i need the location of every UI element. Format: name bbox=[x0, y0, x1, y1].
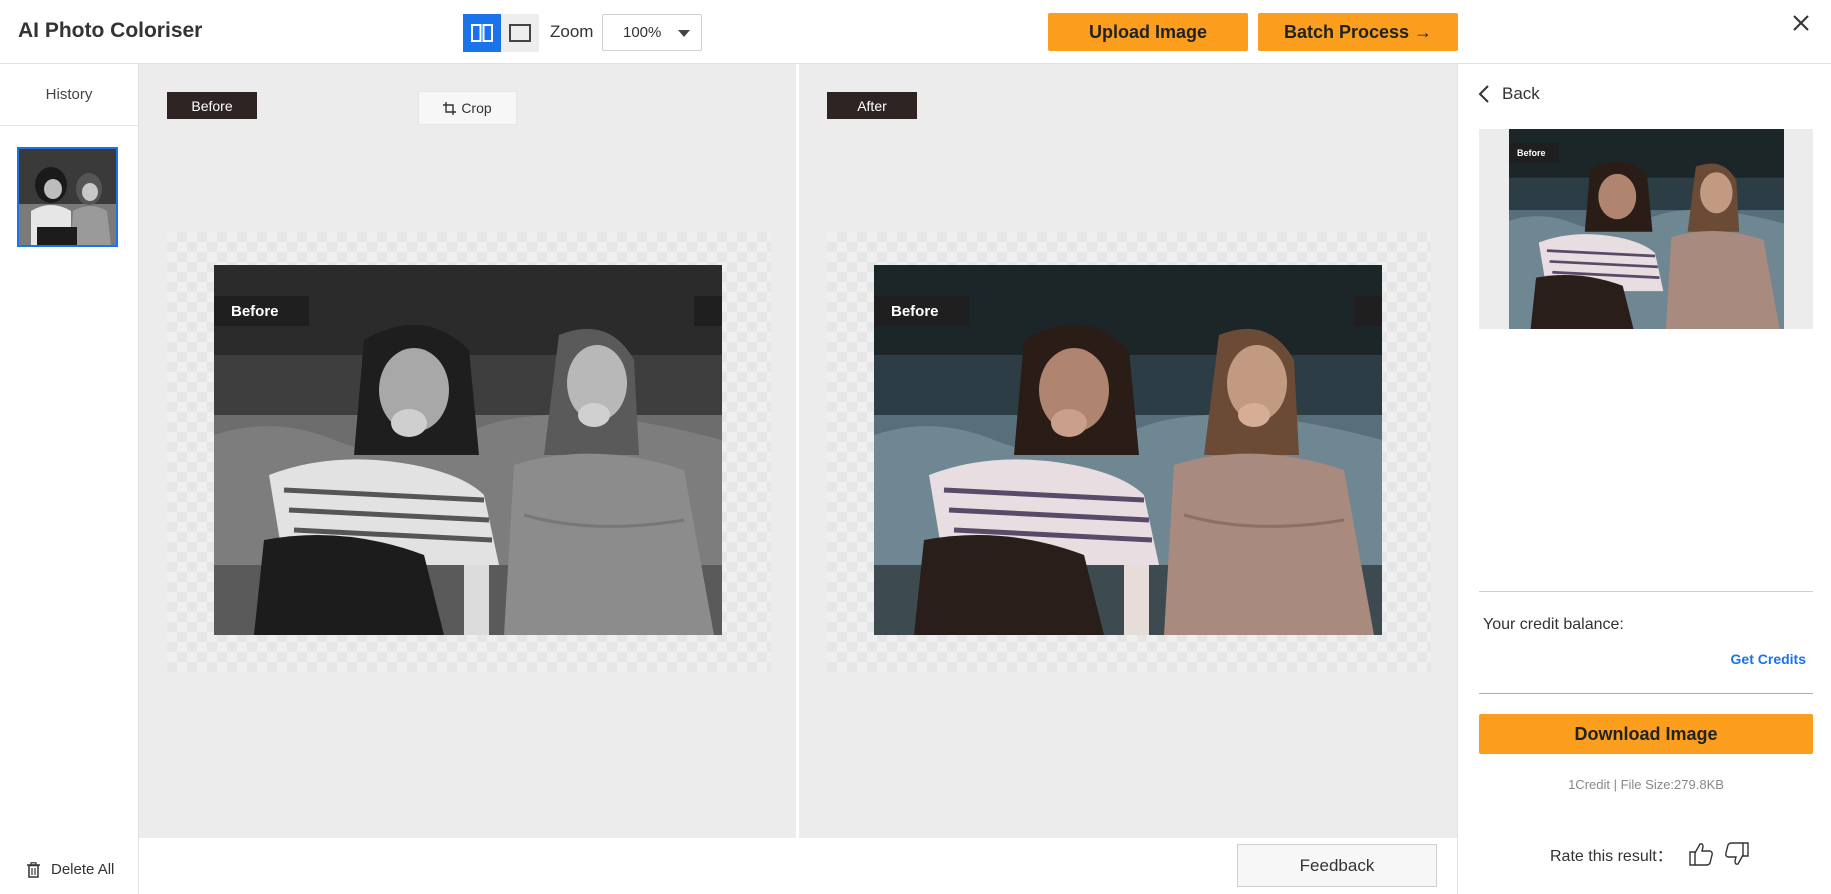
header: AI Photo Coloriser Zoom 100% Upload Imag… bbox=[0, 0, 1831, 64]
crop-icon bbox=[443, 101, 457, 115]
photo-thumbnail bbox=[19, 149, 116, 245]
before-tag: Before bbox=[167, 92, 257, 119]
pane-divider[interactable] bbox=[796, 64, 799, 838]
before-image-label: Before bbox=[214, 296, 309, 326]
crop-button[interactable]: Crop bbox=[418, 91, 517, 125]
thumbs-up-icon bbox=[1689, 843, 1713, 866]
app-root: AI Photo Coloriser Zoom 100% Upload Imag… bbox=[0, 0, 1831, 894]
zoom-label: Zoom bbox=[550, 22, 594, 41]
result-panel: Back Before Your credit balance: Get Cre… bbox=[1457, 64, 1831, 894]
back-button[interactable]: Back bbox=[1478, 84, 1540, 104]
result-preview: Before bbox=[1479, 129, 1813, 329]
zoom-select[interactable]: 100% bbox=[602, 14, 702, 51]
history-thumbnail[interactable] bbox=[17, 147, 118, 247]
app-title: AI Photo Coloriser bbox=[18, 19, 203, 42]
close-icon bbox=[1793, 15, 1809, 31]
chevron-down-icon bbox=[678, 30, 690, 37]
delete-all-label: Delete All bbox=[51, 861, 115, 878]
rate-label: Rate this result： bbox=[1550, 848, 1673, 865]
thumbs-down-button[interactable] bbox=[1723, 840, 1751, 868]
after-canvas: Before bbox=[827, 232, 1431, 672]
credit-balance-label: Your credit balance: bbox=[1483, 616, 1624, 633]
history-label: History bbox=[0, 64, 138, 126]
before-photo: Before bbox=[214, 265, 722, 635]
after-tag: After bbox=[827, 92, 917, 119]
divider bbox=[1479, 693, 1813, 694]
crop-label: Crop bbox=[461, 100, 492, 116]
download-image-button[interactable]: Download Image bbox=[1479, 714, 1813, 754]
photo-corner-mark bbox=[1354, 296, 1382, 326]
upload-image-button[interactable]: Upload Image bbox=[1048, 13, 1248, 51]
batch-process-button[interactable]: Batch Process → bbox=[1258, 13, 1458, 51]
thumbs-down-icon bbox=[1724, 842, 1749, 865]
single-view-icon bbox=[509, 24, 531, 42]
close-button[interactable] bbox=[1790, 12, 1814, 36]
before-canvas: Before bbox=[167, 232, 771, 672]
photo-corner-mark bbox=[694, 296, 722, 326]
divider bbox=[1479, 591, 1813, 592]
back-label: Back bbox=[1502, 84, 1540, 103]
get-credits-link[interactable]: Get Credits bbox=[1731, 651, 1806, 667]
file-info: 1Credit | File Size:279.8KB bbox=[1568, 777, 1724, 792]
feedback-button[interactable]: Feedback bbox=[1237, 844, 1437, 887]
zoom-value: 100% bbox=[623, 24, 662, 41]
compare-area: Before Crop After Before Before bbox=[139, 64, 1457, 838]
history-sidebar: History Delete All bbox=[0, 64, 139, 894]
delete-all-button[interactable]: Delete All bbox=[26, 861, 114, 878]
single-view-button[interactable] bbox=[501, 14, 539, 52]
chevron-left-icon bbox=[1478, 85, 1489, 103]
split-view-button[interactable] bbox=[463, 14, 501, 52]
trash-icon bbox=[27, 861, 40, 878]
after-photo: Before bbox=[874, 265, 1382, 635]
after-image-label: Before bbox=[874, 296, 969, 326]
thumbs-up-button[interactable] bbox=[1687, 840, 1715, 868]
preview-label: Before bbox=[1509, 143, 1559, 163]
rating-row: Rate this result： bbox=[1550, 840, 1751, 868]
preview-photo: Before bbox=[1509, 129, 1784, 329]
split-view-icon bbox=[471, 24, 493, 42]
view-toggle bbox=[463, 14, 539, 52]
